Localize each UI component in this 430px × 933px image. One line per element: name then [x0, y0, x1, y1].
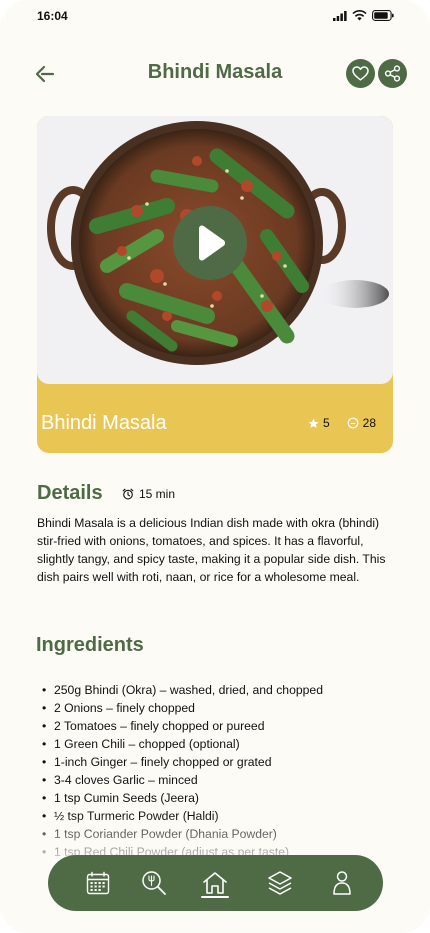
status-bar: 16:04	[0, 0, 430, 34]
cook-time-value: 15 min	[139, 487, 176, 501]
ingredient-item: 2 Onions – finely chopped	[42, 699, 323, 717]
hero-title: Bhindi Masala	[41, 412, 167, 434]
status-time: 16:04	[37, 9, 68, 23]
ingredient-item: 1 Green Chili – chopped (optional)	[42, 735, 323, 753]
bottom-nav	[48, 855, 383, 911]
profile-icon	[333, 871, 351, 895]
ingredient-item: 1-inch Ginger – finely chopped or grated	[42, 753, 323, 771]
ingredients-list: 250g Bhindi (Okra) – washed, dried, and …	[42, 681, 323, 861]
star-icon	[308, 418, 319, 428]
favorite-button[interactable]	[346, 59, 375, 88]
calendar-icon	[86, 871, 110, 895]
ingredient-item: 2 Tomatoes – finely chopped or pureed	[42, 717, 323, 735]
comments-count: 28	[362, 416, 376, 430]
ingredient-item: 250g Bhindi (Okra) – washed, dried, and …	[42, 681, 323, 699]
recipe-detail-screen: 16:04 Bhindi Masala Bhindi Masala 5 28 D…	[0, 0, 430, 933]
rating-stat: 5	[308, 416, 330, 430]
play-video-button[interactable]	[173, 206, 247, 280]
recipe-photo	[37, 116, 393, 384]
battery-icon	[372, 10, 394, 21]
ingredient-item: 3-4 cloves Garlic – minced	[42, 771, 323, 789]
nav-collections[interactable]	[267, 870, 293, 896]
recipe-hero-card: Bhindi Masala 5 28	[37, 116, 393, 453]
play-icon	[199, 225, 226, 261]
nav-profile[interactable]	[329, 870, 355, 896]
alarm-clock-icon	[122, 488, 134, 500]
cook-time: 15 min	[122, 487, 175, 501]
comments-stat: 28	[347, 416, 376, 430]
home-icon	[203, 872, 227, 894]
details-heading: Details	[37, 482, 103, 504]
recipe-description: Bhindi Masala is a delicious Indian dish…	[37, 516, 386, 584]
ingredient-item: 1 tsp Coriander Powder (Dhania Powder)	[42, 825, 323, 843]
rating-value: 5	[322, 416, 330, 430]
search-recipe-icon	[142, 871, 166, 895]
nav-active-indicator	[201, 896, 229, 898]
hero-stats: 5 28	[308, 416, 376, 430]
share-icon	[384, 65, 401, 82]
header: Bhindi Masala	[0, 55, 430, 93]
layers-icon	[268, 871, 292, 895]
ingredients-heading: Ingredients	[36, 634, 144, 656]
ingredient-item: 1 tsp Cumin Seeds (Jeera)	[42, 789, 323, 807]
nav-search-recipes[interactable]	[141, 870, 167, 896]
nav-home[interactable]	[201, 870, 229, 896]
comment-icon	[347, 417, 359, 429]
share-button[interactable]	[378, 59, 407, 88]
status-icons	[333, 10, 394, 21]
nav-calendar[interactable]	[85, 870, 111, 896]
heart-icon	[352, 66, 369, 81]
signal-icon	[333, 10, 347, 21]
wifi-icon	[352, 10, 367, 21]
ingredient-item: ½ tsp Turmeric Powder (Haldi)	[42, 807, 323, 825]
